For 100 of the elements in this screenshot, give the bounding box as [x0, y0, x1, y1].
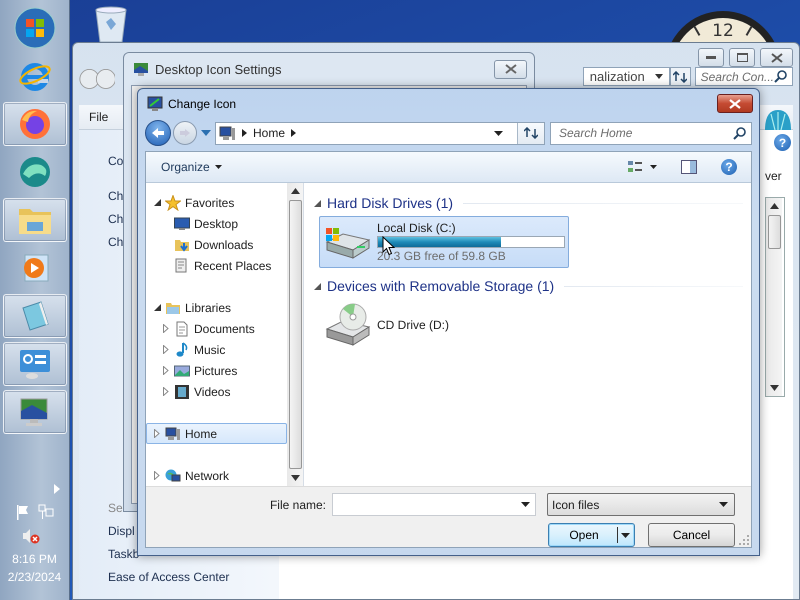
star-icon: [165, 194, 181, 210]
collapsed-arrow-icon[interactable]: [163, 387, 170, 396]
collapsed-arrow-icon[interactable]: [163, 345, 170, 354]
tree-item[interactable]: Downloads: [146, 234, 287, 255]
document-icon: [174, 320, 190, 336]
monitor-icon: [133, 61, 149, 77]
tree-item[interactable]: Music: [146, 339, 287, 360]
scrollbar[interactable]: [287, 183, 303, 486]
scroll-up-icon[interactable]: [290, 188, 300, 194]
tree-item[interactable]: Home: [146, 423, 287, 444]
dropdown-arrow-icon: [654, 74, 663, 79]
expanded-arrow-icon[interactable]: [314, 282, 321, 290]
computer-icon: [165, 426, 181, 442]
file-name-field[interactable]: [332, 493, 536, 516]
tree-item[interactable]: Network: [146, 465, 287, 486]
caret-icon[interactable]: [650, 165, 657, 169]
drive-tile[interactable]: CD Drive (D:): [319, 299, 569, 351]
preview-pane-icon[interactable]: [681, 160, 697, 174]
music-note-icon: [174, 342, 190, 358]
desktop-icon: [174, 216, 190, 232]
close-icon: [504, 64, 516, 74]
minimize-button[interactable]: [698, 48, 724, 67]
expanded-arrow-icon[interactable]: [314, 200, 321, 206]
organize-button[interactable]: Organize: [156, 157, 227, 177]
search-field[interactable]: Search Con...: [694, 67, 793, 86]
close-button[interactable]: [717, 94, 753, 113]
breadcrumb-arrow-icon[interactable]: [291, 129, 296, 137]
search-icon: [774, 70, 787, 83]
drive-tile[interactable]: Local Disk (C:) 20.3 GB free of 59.8 GB: [319, 216, 569, 268]
dropdown-arrow-icon: [621, 532, 630, 538]
tree-item[interactable]: Desktop: [146, 213, 287, 234]
address-bar[interactable]: nalization: [582, 67, 670, 86]
window-title: Desktop Icon Settings: [155, 62, 282, 76]
see-also-link[interactable]: Ease of Access Center: [108, 566, 279, 589]
forward-arrow-icon: [179, 128, 191, 138]
split-button[interactable]: Open: [548, 523, 635, 547]
group-heading[interactable]: Devices with Removable Storage (1): [327, 278, 554, 294]
dropdown-arrow-icon[interactable]: [494, 130, 503, 136]
dropdown-arrow-icon: [521, 502, 530, 507]
fox-globe-icon: [18, 108, 50, 140]
collapsed-arrow-icon[interactable]: [154, 471, 161, 480]
speaker-muted-icon[interactable]: [22, 528, 40, 544]
minimize-icon: [706, 56, 716, 60]
tree-item[interactable]: Videos: [146, 381, 287, 402]
collapsed-arrow-icon[interactable]: [163, 324, 170, 333]
search-icon: [733, 126, 746, 140]
file-name-label: File name:: [270, 498, 326, 512]
scroll-up-icon[interactable]: [770, 203, 778, 209]
expanded-arrow-icon[interactable]: [154, 199, 161, 206]
tree-item[interactable]: Documents: [146, 318, 287, 339]
refresh-arrows-icon: [524, 127, 538, 139]
monitor-icon: [147, 96, 163, 112]
tree-item[interactable]: Favorites: [146, 192, 287, 213]
file-type-dropdown[interactable]: Icon files: [547, 493, 735, 516]
breadcrumb-arrow-icon[interactable]: [242, 129, 247, 137]
scroll-down-icon[interactable]: [290, 475, 300, 481]
collapsed-arrow-icon[interactable]: [154, 429, 161, 438]
taskbar-button[interactable]: [2, 342, 66, 386]
collapsed-arrow-icon[interactable]: [163, 366, 170, 375]
refresh-button[interactable]: [517, 122, 544, 144]
view-options-icon[interactable]: [627, 160, 643, 174]
scroll-down-icon[interactable]: [770, 385, 778, 391]
setting-label: ver: [765, 169, 782, 183]
scroll-thumb[interactable]: [288, 200, 302, 469]
close-icon: [770, 52, 782, 62]
taskbar-button[interactable]: [2, 390, 66, 434]
windows-orb-icon: [14, 7, 56, 49]
back-forward-buttons[interactable]: [79, 67, 116, 91]
close-button[interactable]: [760, 48, 793, 67]
back-button[interactable]: [145, 120, 171, 146]
control-panel-icon: [18, 347, 52, 381]
refresh-button[interactable]: [670, 67, 691, 86]
close-button[interactable]: [494, 60, 527, 78]
maximize-button[interactable]: [729, 48, 755, 67]
tree-item[interactable]: Libraries: [146, 297, 287, 318]
network-globe-icon: [165, 468, 181, 484]
picture-icon: [174, 362, 190, 378]
drive-name: CD Drive (D:): [377, 318, 450, 332]
group-heading[interactable]: Hard Disk Drives (1): [327, 195, 454, 211]
scroll-thumb[interactable]: [768, 215, 780, 249]
tree-item[interactable]: Recent Places: [146, 255, 287, 276]
free-space-text: 20.3 GB free of 59.8 GB: [377, 249, 507, 263]
back-arrow-icon: [151, 127, 165, 139]
drive-name: Local Disk (C:): [377, 221, 457, 235]
caret-icon: [214, 165, 222, 169]
breadcrumb-item[interactable]: Home: [253, 126, 286, 140]
maximize-icon: [736, 53, 748, 62]
expanded-arrow-icon[interactable]: [154, 304, 161, 311]
recent-pages-arrow-icon[interactable]: [201, 130, 211, 136]
dialog-button[interactable]: Cancel: [648, 523, 735, 547]
search-field[interactable]: Search Home: [550, 122, 752, 144]
taskbar-button[interactable]: [2, 102, 66, 146]
address-bar[interactable]: Home: [215, 122, 545, 144]
film-strip-icon: [174, 384, 190, 400]
menu-item[interactable]: File: [89, 110, 108, 124]
dropdown-arrow-icon: [719, 502, 728, 507]
computer-icon: [219, 126, 236, 140]
window-title: Change Icon: [168, 96, 238, 110]
tree-item[interactable]: Pictures: [146, 360, 287, 381]
resize-grip-icon[interactable]: [739, 535, 749, 545]
